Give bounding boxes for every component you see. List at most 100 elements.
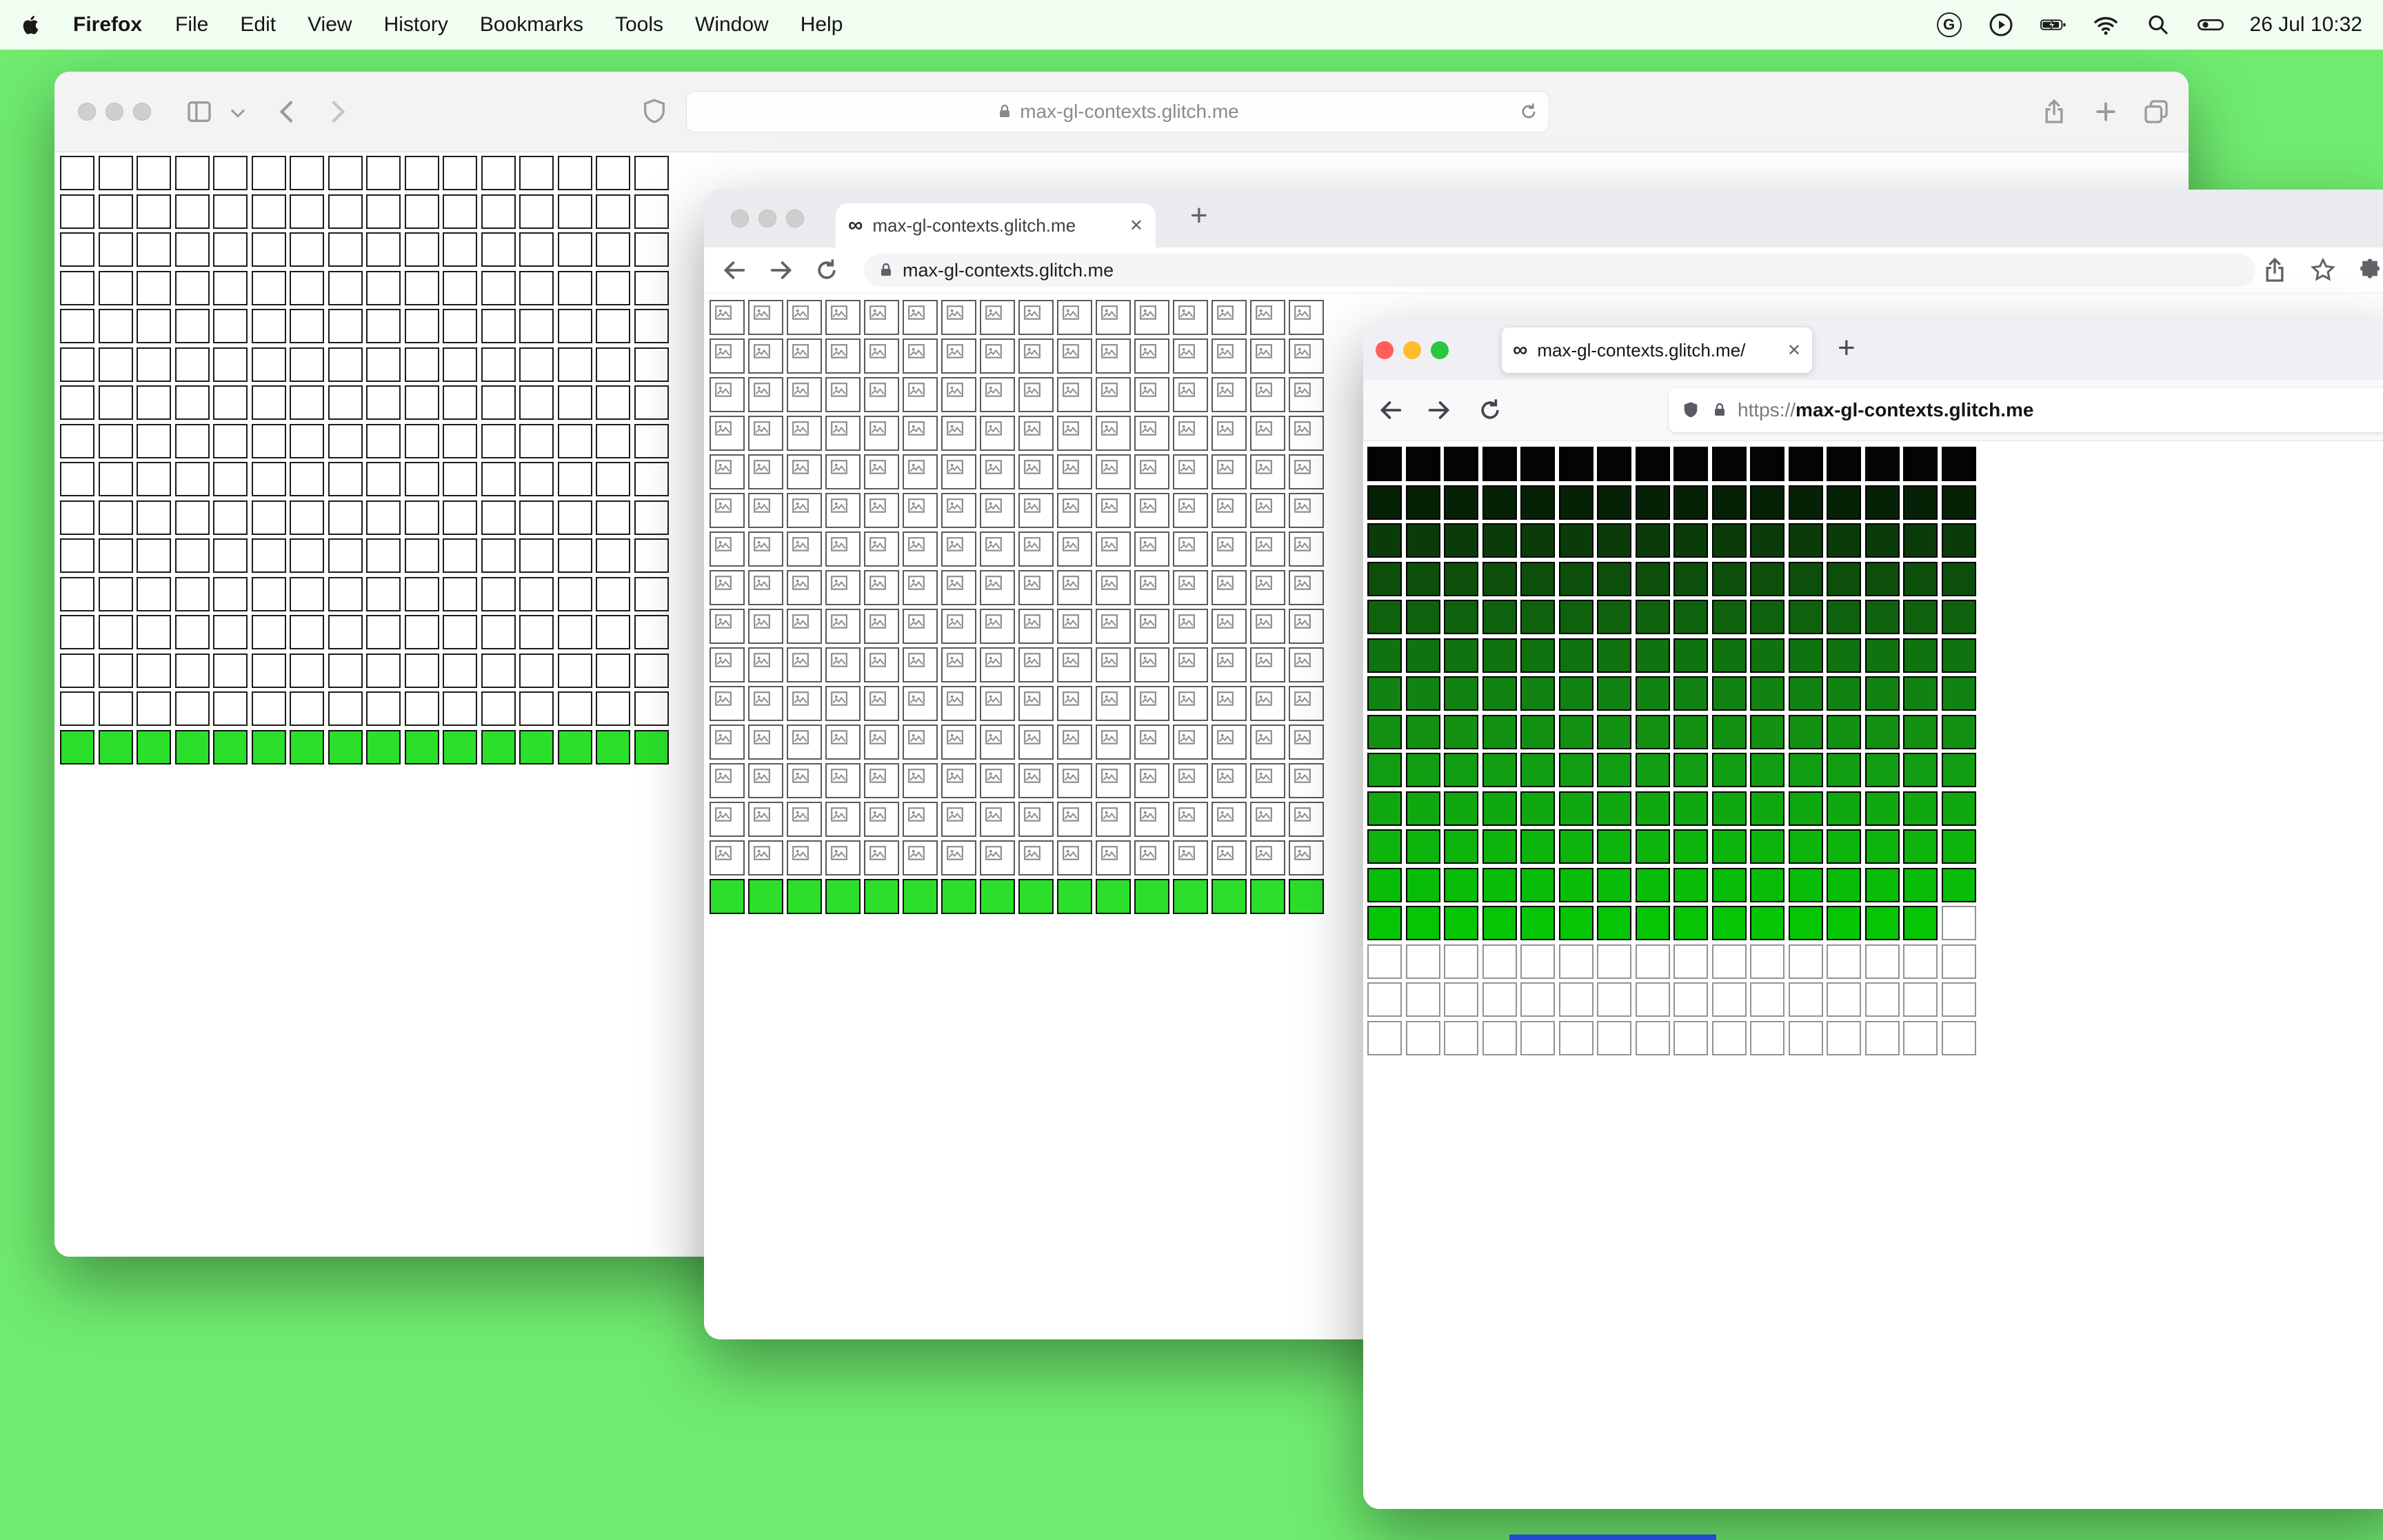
back-icon[interactable] <box>1377 396 1405 424</box>
menu-item-file[interactable]: File <box>175 13 208 37</box>
grid-cell <box>1057 879 1092 914</box>
zoom-window-button[interactable] <box>786 210 804 227</box>
grid-cell <box>1788 485 1823 520</box>
close-window-button[interactable] <box>731 210 749 227</box>
grid-cell <box>328 462 363 496</box>
grid-cell <box>1211 879 1247 914</box>
menu-item-tools[interactable]: Tools <box>615 13 663 37</box>
grid-cell <box>1405 523 1440 558</box>
grid-cell <box>864 879 899 914</box>
minimize-window-button[interactable] <box>1403 341 1421 359</box>
forward-icon[interactable] <box>1425 396 1453 424</box>
grid-cell <box>1864 1020 1900 1055</box>
extensions-puzzle-icon[interactable] <box>2356 256 2383 284</box>
url-scheme: https:// <box>1738 399 1796 421</box>
grid-cell <box>1750 1020 1784 1055</box>
lock-icon[interactable] <box>1711 402 1728 418</box>
wifi-icon[interactable] <box>2093 12 2119 38</box>
menubar-clock[interactable]: 26 Jul 10:32 <box>2250 13 2362 37</box>
broken-image-icon <box>947 653 963 667</box>
tab-close-icon[interactable]: ✕ <box>1787 341 1801 361</box>
spotlight-search-icon[interactable] <box>2145 12 2171 38</box>
desktop: { "desktop": { "bg_color": "#6fec6f", "d… <box>0 0 2383 1540</box>
reload-icon[interactable] <box>813 256 841 284</box>
grid-cell <box>634 309 669 343</box>
control-center-icon[interactable] <box>2197 12 2224 38</box>
minimize-window-button[interactable] <box>105 103 123 121</box>
firefox-active-tab[interactable]: ∞ max-gl-contexts.glitch.me/ ✕ <box>1502 327 1812 373</box>
broken-image-icon <box>831 653 847 667</box>
share-icon[interactable] <box>2040 98 2068 125</box>
minimize-window-button[interactable] <box>758 210 776 227</box>
grid-cell <box>1941 867 1976 902</box>
tab-overview-icon[interactable] <box>2142 98 2170 125</box>
back-icon[interactable] <box>721 256 748 284</box>
share-icon[interactable] <box>2261 256 2289 284</box>
zoom-window-button[interactable] <box>133 103 151 121</box>
zoom-window-button[interactable] <box>1431 341 1449 359</box>
broken-image-icon <box>869 730 886 744</box>
broken-image-icon <box>1024 846 1040 860</box>
reload-icon[interactable] <box>1476 396 1504 424</box>
back-icon[interactable] <box>274 98 301 125</box>
chevron-down-icon[interactable] <box>228 103 248 123</box>
firefox-url-field[interactable]: https://max-gl-contexts.glitch.me <box>1669 388 2383 432</box>
menu-item-history[interactable]: History <box>384 13 448 37</box>
grid-cell <box>366 653 401 688</box>
grid-cell <box>174 691 210 726</box>
grid-cell <box>1673 906 1708 940</box>
menubar-app-name[interactable]: Firefox <box>73 13 142 37</box>
grid-cell <box>748 840 783 875</box>
battery-charging-icon[interactable] <box>2040 12 2067 38</box>
forward-icon[interactable] <box>323 98 351 125</box>
grid-cell <box>941 300 976 335</box>
grid-cell <box>1750 485 1784 520</box>
menu-item-bookmarks[interactable]: Bookmarks <box>480 13 583 37</box>
grid-cell <box>710 570 745 605</box>
tracking-protection-shield-icon[interactable] <box>1681 401 1700 420</box>
grid-cell <box>941 531 976 567</box>
new-tab-button[interactable]: + <box>1190 201 1208 231</box>
safari-url-field[interactable]: max-gl-contexts.glitch.me <box>687 92 1549 132</box>
broken-image-icon <box>1140 576 1156 590</box>
new-tab-plus-icon[interactable] <box>2092 98 2120 125</box>
grid-cell <box>787 454 822 489</box>
grid-cell <box>290 729 324 764</box>
sidebar-icon[interactable] <box>185 98 213 125</box>
grid-cell <box>213 500 248 535</box>
menu-item-window[interactable]: Window <box>695 13 769 37</box>
g-circle-icon[interactable]: G <box>1936 12 1962 37</box>
grid-cell <box>366 538 401 573</box>
close-window-button[interactable] <box>78 103 96 121</box>
chrome-active-tab[interactable]: ∞ max-gl-contexts.glitch.me ✕ <box>836 203 1156 247</box>
tab-close-icon[interactable]: ✕ <box>1129 216 1143 236</box>
grid-cell <box>1635 982 1670 1017</box>
grid-cell <box>1250 763 1285 798</box>
grid-cell <box>1367 906 1402 940</box>
grid-cell <box>1750 982 1784 1017</box>
bookmark-star-icon[interactable] <box>2309 256 2337 284</box>
grid-cell <box>1711 447 1747 481</box>
broken-image-icon <box>1217 305 1234 320</box>
grid-cell <box>1941 982 1976 1017</box>
privacy-shield-icon[interactable] <box>641 98 668 125</box>
broken-image-icon <box>715 344 732 358</box>
chrome-url-field[interactable]: max-gl-contexts.glitch.me <box>864 254 2255 287</box>
new-tab-button[interactable]: + <box>1838 333 1856 363</box>
menu-item-edit[interactable]: Edit <box>240 13 276 37</box>
broken-image-icon <box>1101 769 1118 783</box>
grid-cell <box>443 385 477 420</box>
menu-item-help[interactable]: Help <box>801 13 843 37</box>
broken-image-icon <box>1063 344 1079 358</box>
broken-image-icon <box>1256 769 1272 783</box>
grid-cell <box>1941 638 1976 673</box>
broken-image-icon <box>869 769 886 783</box>
play-circle-icon[interactable] <box>1988 12 2014 38</box>
forward-icon[interactable] <box>767 256 795 284</box>
grid-cell <box>825 570 861 605</box>
apple-menu-icon[interactable] <box>21 11 44 39</box>
reload-icon[interactable] <box>1518 101 1539 122</box>
menu-item-view[interactable]: View <box>308 13 352 37</box>
close-window-button[interactable] <box>1376 341 1394 359</box>
grid-cell <box>60 729 94 764</box>
